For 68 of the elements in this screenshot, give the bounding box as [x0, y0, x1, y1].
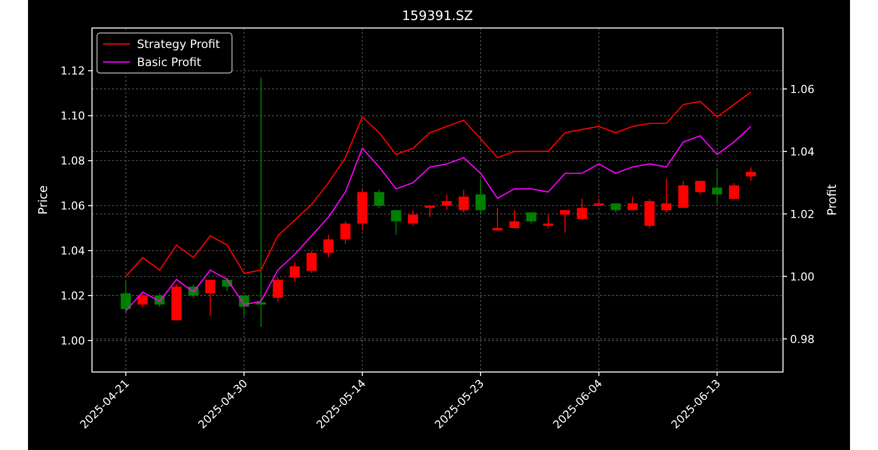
y-tick: 1.04 — [782, 145, 814, 158]
y-tick-label: 1.12 — [60, 64, 85, 78]
y-tick: 1.00 — [782, 270, 814, 284]
y-axis-label: Price — [36, 185, 50, 215]
y2-tick-label: 1.04 — [790, 145, 814, 158]
candlestick — [138, 292, 148, 308]
candlestick — [746, 166, 756, 182]
candlestick — [661, 178, 672, 213]
candlestick — [340, 220, 350, 244]
candlestick — [154, 292, 165, 308]
y-tick: 1.12 — [60, 64, 92, 78]
y2-tick-label: 0.98 — [790, 332, 814, 346]
y-tick: 1.00 — [60, 334, 92, 348]
y-tick: 1.02 — [782, 208, 814, 221]
y-tick-label: 1.04 — [60, 244, 85, 258]
candlestick — [391, 210, 402, 236]
candlestick — [205, 279, 216, 316]
y-axis-label: Profit — [825, 184, 839, 216]
candlestick — [543, 214, 554, 229]
y-tick: 1.06 — [60, 200, 92, 213]
y-tick-label: 1.08 — [60, 154, 85, 168]
chart-title: 159391.SZ — [402, 9, 473, 24]
candlestick — [222, 277, 232, 292]
candlestick — [644, 198, 655, 229]
candlestick — [576, 198, 588, 220]
candlestick — [171, 284, 182, 321]
legend-line-icon — [103, 61, 130, 63]
candlestick — [188, 284, 198, 298]
y2-tick-label: 1.00 — [790, 270, 814, 284]
candlestick — [374, 189, 384, 208]
candlestick — [272, 277, 283, 303]
legend-label: Strategy Profit — [137, 37, 220, 51]
y-tick-label: 1.02 — [60, 290, 85, 303]
candlestick — [560, 210, 570, 234]
candlestick — [526, 212, 536, 224]
candlestick — [695, 180, 706, 195]
y-tick: 1.08 — [60, 154, 92, 168]
candlestick — [628, 196, 638, 211]
candlestick — [238, 295, 250, 316]
candlestick — [458, 189, 469, 213]
y2-tick-label: 1.02 — [790, 208, 814, 221]
candlestick — [492, 207, 503, 231]
y-tick: 1.10 — [60, 110, 92, 123]
candlestick — [442, 194, 452, 211]
candlestick — [357, 189, 368, 231]
candlestick — [728, 182, 740, 200]
candlestick — [509, 210, 520, 229]
candlestick — [594, 198, 604, 206]
candlestick — [120, 282, 131, 314]
y-tick-label: 1.10 — [60, 110, 85, 123]
y-tick: 1.06 — [782, 82, 814, 96]
y-tick: 1.04 — [60, 244, 92, 258]
candlestick — [424, 205, 435, 218]
y-tick-label: 1.00 — [60, 334, 85, 348]
candlestick — [610, 202, 621, 213]
candlestick — [476, 178, 486, 216]
candlestick — [323, 234, 334, 258]
legend-label: Basic Profit — [137, 55, 202, 69]
candlestick — [408, 210, 418, 226]
y2-tick-label: 1.06 — [790, 82, 814, 96]
candlestick — [678, 180, 688, 208]
y-tick-label: 1.06 — [60, 200, 85, 213]
y-tick: 0.98 — [782, 332, 814, 346]
candlestick — [306, 250, 317, 274]
legend-line-icon — [103, 43, 130, 45]
candlestick — [290, 261, 300, 283]
y-tick: 1.02 — [60, 290, 92, 303]
candlestick — [712, 169, 722, 204]
